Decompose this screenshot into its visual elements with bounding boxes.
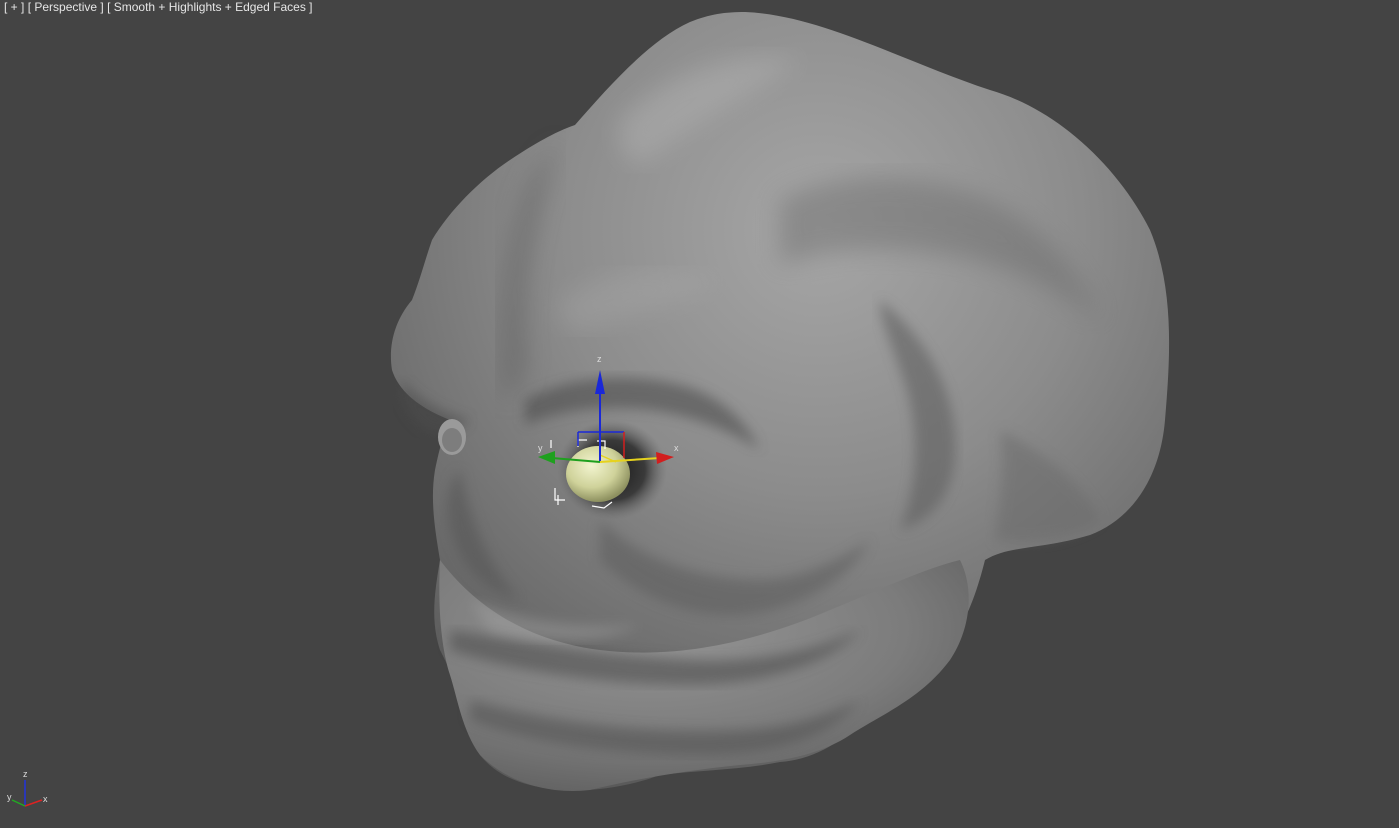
viewport-scene[interactable]: z x y z x y — [0, 0, 1399, 828]
eyeball[interactable] — [566, 446, 630, 502]
gizmo-y-label: y — [538, 443, 543, 453]
gizmo-z-label: z — [597, 354, 602, 364]
gizmo-x-label: x — [674, 443, 679, 453]
viewport-shading-menu[interactable]: [ Smooth + Highlights + Edged Faces ] — [107, 0, 312, 14]
world-axis-tripod: z x y — [7, 769, 48, 807]
viewport-view-menu[interactable]: [ Perspective ] — [28, 0, 104, 14]
world-axis-x-label: x — [43, 794, 48, 804]
world-axis-y-label: y — [7, 792, 12, 802]
viewport-plus-menu[interactable]: [ + ] — [4, 0, 24, 14]
perspective-viewport[interactable]: z x y z x y [ + ] [ Perspective ] [ Smoo… — [0, 0, 1399, 828]
viewport-label: [ + ] [ Perspective ] [ Smooth + Highlig… — [4, 0, 313, 14]
world-axis-z-label: z — [23, 769, 28, 779]
head-mesh[interactable] — [390, 12, 1170, 791]
